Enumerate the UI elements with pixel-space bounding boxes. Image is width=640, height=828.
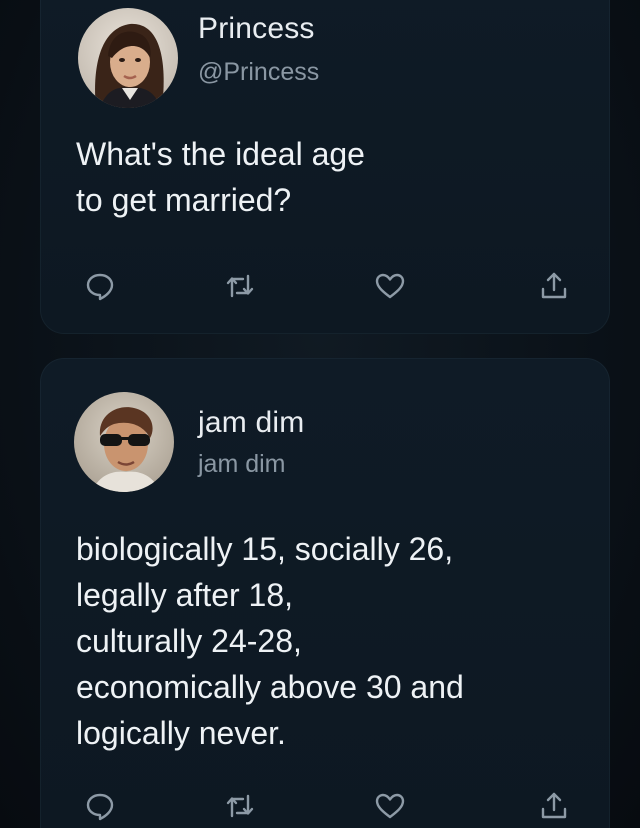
tweet-text-line: economically above 30 and <box>76 669 464 705</box>
reply-button[interactable] <box>80 786 120 826</box>
reply-icon <box>86 273 114 301</box>
screen: Princess @Princess What's the ideal age … <box>0 0 640 828</box>
tweet-text-line: to get married? <box>76 182 292 218</box>
tweet-text-line: What's the ideal age <box>76 136 365 172</box>
display-name[interactable]: Princess <box>198 12 315 46</box>
like-button[interactable] <box>370 266 410 306</box>
user-handle[interactable]: jam dim <box>198 450 286 479</box>
tweet-card[interactable]: Princess @Princess What's the ideal age … <box>40 0 610 334</box>
retweet-icon <box>226 794 254 818</box>
tweet-text-line: biologically 15, socially 26, <box>76 531 454 567</box>
tweet-text-line: logically never. <box>76 715 286 751</box>
heart-icon <box>375 793 405 819</box>
tweet-text-line: culturally 24-28, <box>76 623 302 659</box>
tweet-text: What's the ideal age to get married? <box>76 131 365 223</box>
avatar[interactable] <box>78 8 178 108</box>
share-icon <box>541 272 567 299</box>
like-button[interactable] <box>370 786 410 826</box>
heart-icon <box>375 273 405 299</box>
retweet-icon <box>226 274 254 298</box>
tweet-actions <box>40 266 610 306</box>
display-name[interactable]: jam dim <box>198 406 304 440</box>
avatar[interactable] <box>74 392 174 492</box>
tweet-actions <box>40 786 610 826</box>
retweet-button[interactable] <box>220 266 260 306</box>
tweet-text-line: legally after 18, <box>76 577 294 613</box>
tweet-text: biologically 15, socially 26, legally af… <box>76 526 464 756</box>
share-icon <box>541 792 567 819</box>
share-button[interactable] <box>534 786 574 826</box>
user-handle[interactable]: @Princess <box>198 58 319 87</box>
avatar-portrait-princess <box>78 8 178 108</box>
retweet-button[interactable] <box>220 786 260 826</box>
reply-icon <box>86 793 114 821</box>
share-button[interactable] <box>534 266 574 306</box>
reply-button[interactable] <box>80 266 120 306</box>
avatar-portrait-jam-dim <box>74 392 174 492</box>
tweet-card[interactable]: jam dim jam dim biologically 15, sociall… <box>40 358 610 828</box>
